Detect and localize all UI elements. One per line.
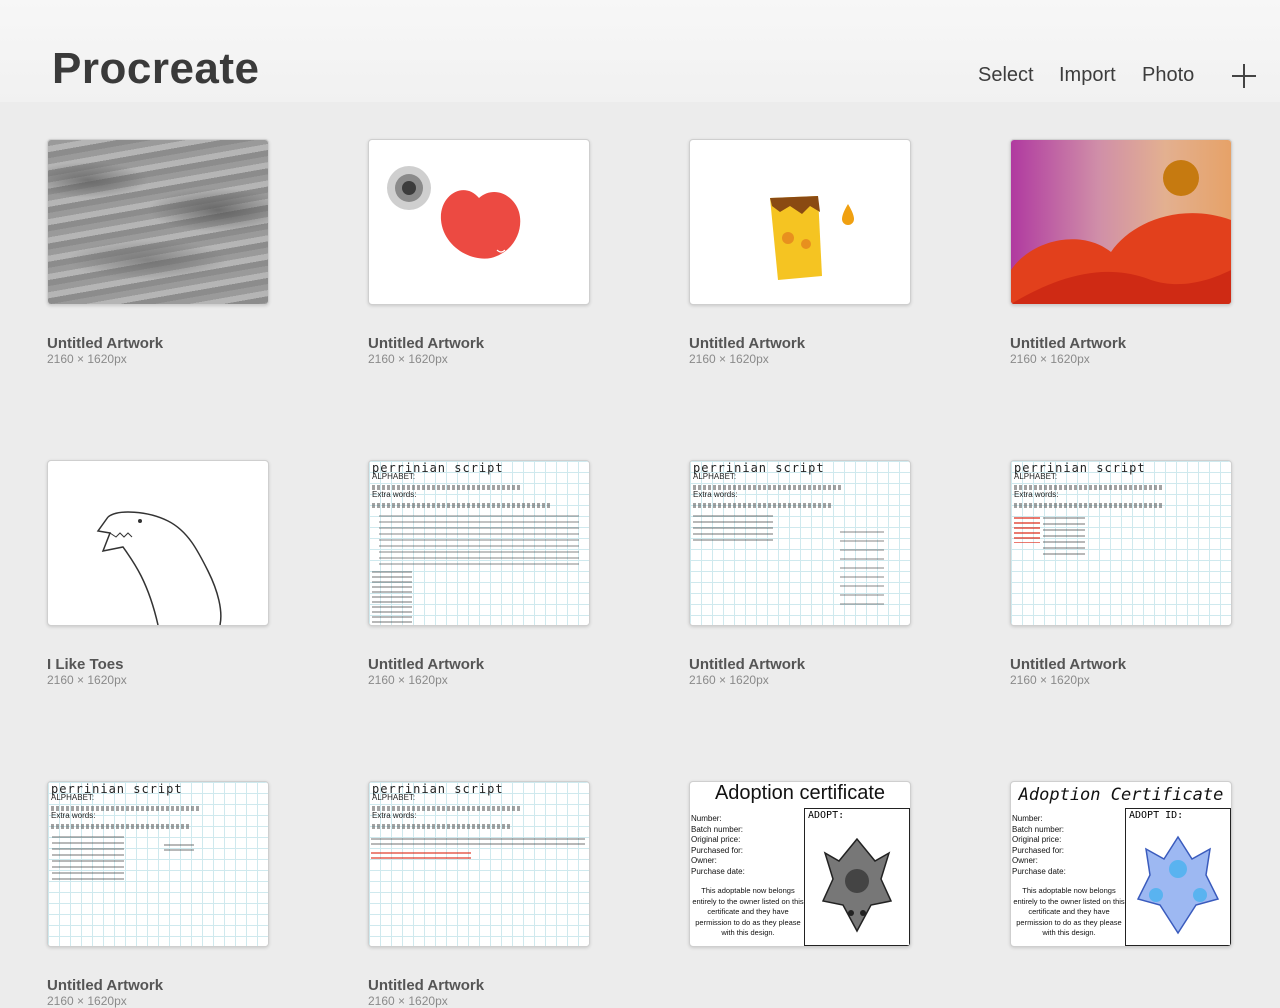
photo-button[interactable]: Photo [1142,64,1194,87]
artwork-title: Untitled Artwork [1010,656,1127,673]
creature-drawing [821,837,893,933]
artwork-thumbnail[interactable] [47,460,269,626]
red-text-block [1014,517,1040,543]
certificate-fields: Number: Batch number: Original price: Pu… [1012,814,1066,876]
alphabet-label: ALPHABET: [693,472,737,481]
alphabet-label: ALPHABET: [1014,472,1058,481]
select-button[interactable]: Select [978,64,1034,87]
artwork-card[interactable]: perrinian script ALPHABET: Extra words: … [47,781,269,1008]
certificate-note: This adoptable now belongs entirely to t… [692,886,804,937]
artwork-title: Untitled Artwork [368,656,485,673]
artwork-size: 2160 × 1620px [1010,673,1090,687]
artwork-title: Untitled Artwork [47,977,164,994]
top-bar: Procreate Select Import Photo [0,0,1280,102]
artwork-card[interactable]: I Like Toes 2160 × 1620px [47,460,269,687]
paragraph-block [693,515,773,545]
artwork-card[interactable]: Untitled Artwork 2160 × 1620px [47,139,269,366]
paragraph-block [840,531,884,611]
extra-words-label: Extra words: [693,490,738,499]
artwork-card[interactable]: Adoption certificate Number: Batch numbe… [689,781,911,947]
artwork-card[interactable]: Untitled Artwork 2160 × 1620px [368,139,590,366]
artwork-size: 2160 × 1620px [689,352,769,366]
script-glyph-row [51,824,191,829]
artwork-thumbnail[interactable]: perrinian script ALPHABET: Extra words: [1010,460,1232,626]
alphabet-label: ALPHABET: [51,793,95,802]
paragraph-block [164,844,194,854]
artwork-card[interactable]: perrinian script ALPHABET: Extra words: … [1010,460,1232,687]
candle-drawing [770,196,854,280]
import-button[interactable]: Import [1059,64,1116,87]
artwork-card[interactable]: perrinian script ALPHABET: Extra words: … [368,781,590,1008]
artwork-size: 2160 × 1620px [368,352,448,366]
smoke-texture-art [48,140,268,304]
artwork-size: 2160 × 1620px [689,673,769,687]
artwork-title: Untitled Artwork [368,977,485,994]
artwork-size: 2160 × 1620px [47,673,127,687]
artwork-thumbnail[interactable]: perrinian script ALPHABET: Extra words: [689,460,911,626]
artwork-title: Untitled Artwork [47,335,164,352]
app-title: Procreate [52,44,260,93]
artwork-thumbnail[interactable]: perrinian script ALPHABET: Extra words: [47,781,269,947]
artwork-size: 2160 × 1620px [47,994,127,1008]
artwork-thumbnail[interactable]: perrinian script ALPHABET: Extra words: [368,460,590,626]
certificate-image-box: ADOPT: [804,808,910,946]
script-glyph-row [693,503,833,508]
paragraph-block [372,571,412,623]
artwork-card[interactable]: perrinian script ALPHABET: Extra words: … [689,460,911,687]
paragraph-block [52,836,124,882]
creature-drawing [1136,835,1220,935]
extra-words-label: Extra words: [51,811,96,820]
artwork-title: Untitled Artwork [368,335,485,352]
artwork-size: 2160 × 1620px [368,673,448,687]
artwork-thumbnail[interactable] [47,139,269,305]
adopt-id-label: ADOPT ID: [1129,810,1184,821]
paragraph-block [371,838,585,848]
artwork-thumbnail[interactable]: Adoption certificate Number: Batch numbe… [689,781,911,947]
artwork-title: Untitled Artwork [689,656,806,673]
artwork-size: 2160 × 1620px [47,352,127,366]
artwork-thumbnail[interactable] [689,139,911,305]
extra-words-label: Extra words: [372,811,417,820]
script-glyph-row [372,503,552,508]
artwork-size: 2160 × 1620px [368,994,448,1008]
apple-drawing [387,166,521,259]
script-glyph-row [372,824,512,829]
artwork-thumbnail[interactable] [368,139,590,305]
script-glyph-row [1014,503,1164,508]
artwork-thumbnail[interactable]: Adoption Certificate Number: Batch numbe… [1010,781,1232,947]
artwork-card[interactable]: Adoption Certificate Number: Batch numbe… [1010,781,1232,947]
certificate-title: Adoption certificate [714,782,886,804]
paragraph-block [1043,517,1085,557]
artwork-title: Untitled Artwork [689,335,806,352]
add-icon[interactable] [1232,64,1256,88]
alphabet-label: ALPHABET: [372,472,416,481]
paragraph-block [379,515,579,565]
dinosaur-sketch [96,511,222,625]
artwork-card[interactable]: Untitled Artwork 2160 × 1620px [1010,139,1232,366]
certificate-fields: Number: Batch number: Original price: Pu… [691,814,745,876]
artwork-size: 2160 × 1620px [1010,352,1090,366]
alphabet-label: ALPHABET: [372,793,416,802]
artwork-title: I Like Toes [47,656,124,673]
artwork-title: Untitled Artwork [1010,335,1127,352]
adopt-label: ADOPT: [808,810,845,821]
artwork-thumbnail[interactable] [1010,139,1232,305]
certificate-title: Adoption Certificate [1018,785,1224,805]
red-text-block [371,852,471,860]
artwork-thumbnail[interactable]: perrinian script ALPHABET: Extra words: [368,781,590,947]
artwork-card[interactable]: perrinian script ALPHABET: Extra words: … [368,460,590,687]
extra-words-label: Extra words: [1014,490,1059,499]
artwork-card[interactable]: Untitled Artwork 2160 × 1620px [689,139,911,366]
sunset-hills-drawing [1011,160,1231,304]
certificate-note: This adoptable now belongs entirely to t… [1013,886,1125,937]
certificate-image-box: ADOPT ID: [1125,808,1231,946]
extra-words-label: Extra words: [372,490,417,499]
